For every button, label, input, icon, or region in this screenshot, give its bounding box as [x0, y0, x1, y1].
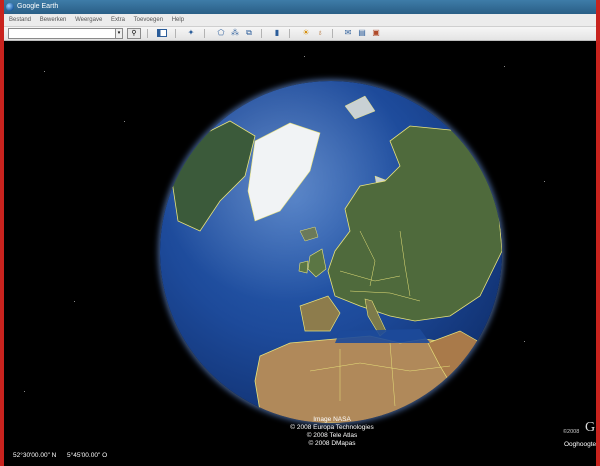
earth-globe[interactable] — [160, 81, 502, 423]
title-bar[interactable]: Google Earth — [4, 0, 596, 14]
email-icon[interactable]: ✉ — [343, 28, 353, 38]
star — [74, 301, 75, 302]
polygon-icon[interactable]: ⬠ — [216, 28, 226, 38]
star — [124, 121, 125, 122]
chevron-down-icon[interactable]: ▾ — [115, 28, 123, 39]
google-logo: G — [585, 420, 596, 435]
menu-add[interactable]: Toevoegen — [134, 14, 163, 26]
eye-altitude-label: Ooghoogte — [564, 441, 597, 448]
imagery-credits: Image NASA © 2008 Europa Technologies © … — [268, 416, 396, 448]
credit-line-3: © 2008 DMapas — [308, 440, 356, 447]
globe-surface — [171, 95, 502, 423]
menu-edit[interactable]: Bewerken — [40, 14, 67, 26]
menu-bar: Bestand Bewerken Weergave Extra Toevoege… — [4, 14, 596, 27]
latitude-readout: 52°30'00.00" N — [13, 452, 57, 459]
toolbar-separator — [175, 29, 176, 38]
toolbar-separator — [332, 29, 333, 38]
star — [544, 181, 545, 182]
placemark-icon[interactable]: ✦ — [186, 28, 196, 38]
window-title: Google Earth — [17, 3, 59, 10]
credit-image: Image NASA — [313, 416, 351, 423]
sun-icon[interactable]: ☀ — [301, 28, 311, 38]
small-copyright: ©2008 — [563, 429, 580, 435]
credit-line-2: © 2008 Tele Atlas — [306, 432, 358, 439]
status-bar: 52°30'00.00" N 5°45'00.00" O — [4, 449, 596, 466]
toolbar-separator — [289, 29, 290, 38]
search-input[interactable] — [8, 28, 118, 39]
print-icon[interactable]: ▤ — [357, 28, 367, 38]
app-window: Google Earth Bestand Bewerken Weergave E… — [4, 0, 596, 466]
toolbar-separator — [261, 29, 262, 38]
google-earth-icon — [6, 3, 14, 11]
menu-help[interactable]: Help — [172, 14, 184, 26]
planet-icon[interactable]: ♁ — [315, 28, 325, 38]
image-overlay-icon[interactable]: ⧉ — [244, 28, 254, 38]
longitude-readout: 5°45'00.00" O — [67, 452, 108, 459]
ruler-icon[interactable]: ▮ — [272, 28, 282, 38]
star — [44, 71, 45, 72]
view-in-maps-icon[interactable]: ▣ — [371, 28, 381, 38]
star — [24, 391, 25, 392]
toolbar-separator — [147, 29, 148, 38]
star — [504, 66, 505, 67]
menu-view[interactable]: Weergave — [75, 14, 102, 26]
menu-tools[interactable]: Extra — [111, 14, 125, 26]
star — [524, 341, 525, 342]
star — [304, 56, 305, 57]
credit-line-1: © 2008 Europa Technologies — [290, 424, 374, 431]
toolbar: ▾ ⚲ ✦ ⬠ ⁂ ⧉ ▮ ☀ ♁ ✉ ▤ ▣ — [4, 27, 596, 41]
magnifier-icon[interactable]: ⚲ — [127, 28, 141, 39]
menu-file[interactable]: Bestand — [9, 14, 31, 26]
path-icon[interactable]: ⁂ — [230, 28, 240, 38]
sidebar-toggle-icon[interactable] — [157, 28, 167, 38]
toolbar-separator — [204, 29, 205, 38]
globe-viewport[interactable] — [4, 41, 596, 449]
